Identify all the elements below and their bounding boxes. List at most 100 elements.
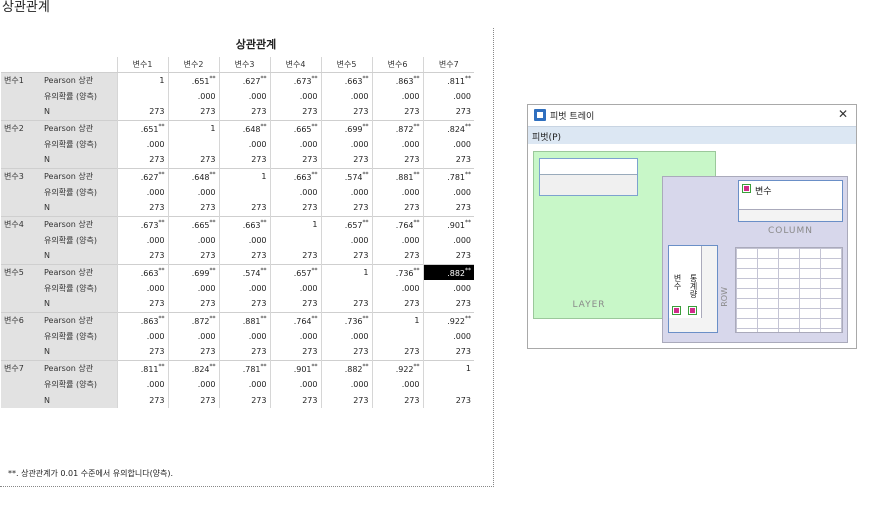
table-cell[interactable]: .811** <box>116 359 168 376</box>
table-cell[interactable]: 273 <box>269 296 321 312</box>
table-cell[interactable]: 273 <box>269 200 321 216</box>
table-cell[interactable]: 273 <box>320 152 372 168</box>
row-variable-label[interactable] <box>1 136 41 152</box>
table-cell[interactable]: .764** <box>371 215 423 232</box>
row-statistic-label[interactable]: N <box>41 344 117 360</box>
table-cell[interactable]: 273 <box>218 104 270 120</box>
row-statistic-label[interactable]: 유의확률 (양측) <box>41 280 117 296</box>
table-cell[interactable]: .699** <box>320 119 372 136</box>
table-cell[interactable]: 1 <box>422 359 474 376</box>
table-cell[interactable]: 273 <box>269 248 321 264</box>
table-cell[interactable]: .000 <box>218 376 270 392</box>
table-cell[interactable]: .657** <box>320 215 372 232</box>
table-cell[interactable] <box>320 280 372 296</box>
table-cell[interactable]: .000 <box>218 328 270 344</box>
table-cell[interactable]: 273 <box>167 392 219 408</box>
table-cell[interactable]: .881** <box>371 167 423 184</box>
row-variable-label[interactable] <box>1 248 41 264</box>
table-cell[interactable]: .000 <box>116 376 168 392</box>
table-cell[interactable]: 273 <box>422 344 474 360</box>
table-cell[interactable]: 273 <box>116 152 168 168</box>
table-cell[interactable]: 273 <box>422 248 474 264</box>
table-cell[interactable]: .663** <box>116 263 168 280</box>
table-cell[interactable]: .000 <box>116 184 168 200</box>
table-cell[interactable]: .000 <box>320 184 372 200</box>
table-cell[interactable]: .824** <box>422 119 474 136</box>
table-cell[interactable]: .736** <box>320 311 372 328</box>
table-cell[interactable]: 273 <box>371 296 423 312</box>
column-header[interactable]: 변수7 <box>422 57 474 73</box>
table-cell[interactable]: .863** <box>116 311 168 328</box>
row-variable-label[interactable]: 변수2 <box>1 119 41 136</box>
table-cell[interactable]: .000 <box>371 184 423 200</box>
table-cell[interactable]: .000 <box>320 328 372 344</box>
table-cell[interactable]: .000 <box>422 184 474 200</box>
row-variable-label[interactable] <box>1 88 41 104</box>
table-cell[interactable]: .000 <box>116 328 168 344</box>
table-cell[interactable]: .000 <box>269 136 321 152</box>
column-header[interactable]: 변수6 <box>371 57 423 73</box>
table-cell[interactable]: 273 <box>269 152 321 168</box>
table-cell[interactable]: .574** <box>320 167 372 184</box>
table-cell[interactable]: 273 <box>371 344 423 360</box>
table-cell[interactable]: .000 <box>371 280 423 296</box>
table-cell[interactable] <box>422 376 474 392</box>
row-variable-label[interactable]: 변수5 <box>1 263 41 280</box>
correlation-table[interactable]: 변수1 변수2 변수3 변수4 변수5 변수6 변수7 변수1 Pearson 상관 1.651*… <box>1 57 474 408</box>
table-cell[interactable]: .000 <box>422 232 474 248</box>
table-cell[interactable]: .882** <box>422 263 474 280</box>
table-cell[interactable]: 273 <box>320 392 372 408</box>
row-variable-label[interactable] <box>1 296 41 312</box>
table-cell[interactable] <box>269 232 321 248</box>
table-cell[interactable]: 273 <box>320 104 372 120</box>
table-cell[interactable]: .673** <box>116 215 168 232</box>
table-cell[interactable]: .764** <box>269 311 321 328</box>
table-cell[interactable] <box>371 328 423 344</box>
table-cell[interactable]: .000 <box>320 88 372 104</box>
column-header[interactable]: 변수3 <box>218 57 270 73</box>
table-cell[interactable]: .872** <box>167 311 219 328</box>
row-statistic-label[interactable]: N <box>41 392 117 408</box>
table-cell[interactable]: 273 <box>167 104 219 120</box>
column-header[interactable]: 변수5 <box>320 57 372 73</box>
menu-pivot[interactable]: 피벗(P) <box>532 130 561 143</box>
table-cell[interactable]: 273 <box>116 392 168 408</box>
row-statistic-label[interactable]: Pearson 상관 <box>41 311 117 328</box>
table-cell[interactable]: 273 <box>218 200 270 216</box>
table-cell[interactable]: .000 <box>116 232 168 248</box>
pivot-titlebar[interactable]: 피벗 트레이 ✕ <box>528 105 856 125</box>
table-cell[interactable]: .665** <box>167 215 219 232</box>
table-cell[interactable]: 273 <box>218 344 270 360</box>
table-cell[interactable]: .000 <box>269 328 321 344</box>
table-cell[interactable]: 273 <box>167 152 219 168</box>
row-statistic-label[interactable]: Pearson 상관 <box>41 72 117 88</box>
table-cell[interactable]: .000 <box>422 280 474 296</box>
table-cell[interactable]: 273 <box>167 248 219 264</box>
row-variable-label[interactable]: 변수1 <box>1 72 41 88</box>
row-statistic-label[interactable]: Pearson 상관 <box>41 119 117 136</box>
table-cell[interactable]: .000 <box>269 376 321 392</box>
row-drop-box[interactable]: 변수 통계량 <box>668 245 718 333</box>
table-cell[interactable]: 273 <box>422 200 474 216</box>
row-variable-label[interactable] <box>1 376 41 392</box>
table-cell[interactable]: .000 <box>320 136 372 152</box>
table-cell[interactable]: 273 <box>218 152 270 168</box>
row-statistic-label[interactable]: N <box>41 296 117 312</box>
table-cell[interactable]: 273 <box>269 104 321 120</box>
table-cell[interactable]: .627** <box>116 167 168 184</box>
table-cell[interactable]: 273 <box>116 248 168 264</box>
row-statistic-label[interactable]: 유의확률 (양측) <box>41 232 117 248</box>
table-cell[interactable]: .000 <box>269 280 321 296</box>
table-cell[interactable]: .000 <box>320 376 372 392</box>
row-variable-label[interactable]: 변수7 <box>1 359 41 376</box>
row-variable-label[interactable] <box>1 152 41 168</box>
table-cell[interactable]: .699** <box>167 263 219 280</box>
table-cell[interactable]: .648** <box>218 119 270 136</box>
table-cell[interactable]: .000 <box>167 280 219 296</box>
row-statistic-label[interactable]: N <box>41 152 117 168</box>
table-cell[interactable]: .000 <box>269 88 321 104</box>
table-cell[interactable]: .901** <box>422 215 474 232</box>
table-cell[interactable]: 273 <box>116 296 168 312</box>
table-cell[interactable]: .000 <box>218 280 270 296</box>
table-cell[interactable]: .901** <box>269 359 321 376</box>
